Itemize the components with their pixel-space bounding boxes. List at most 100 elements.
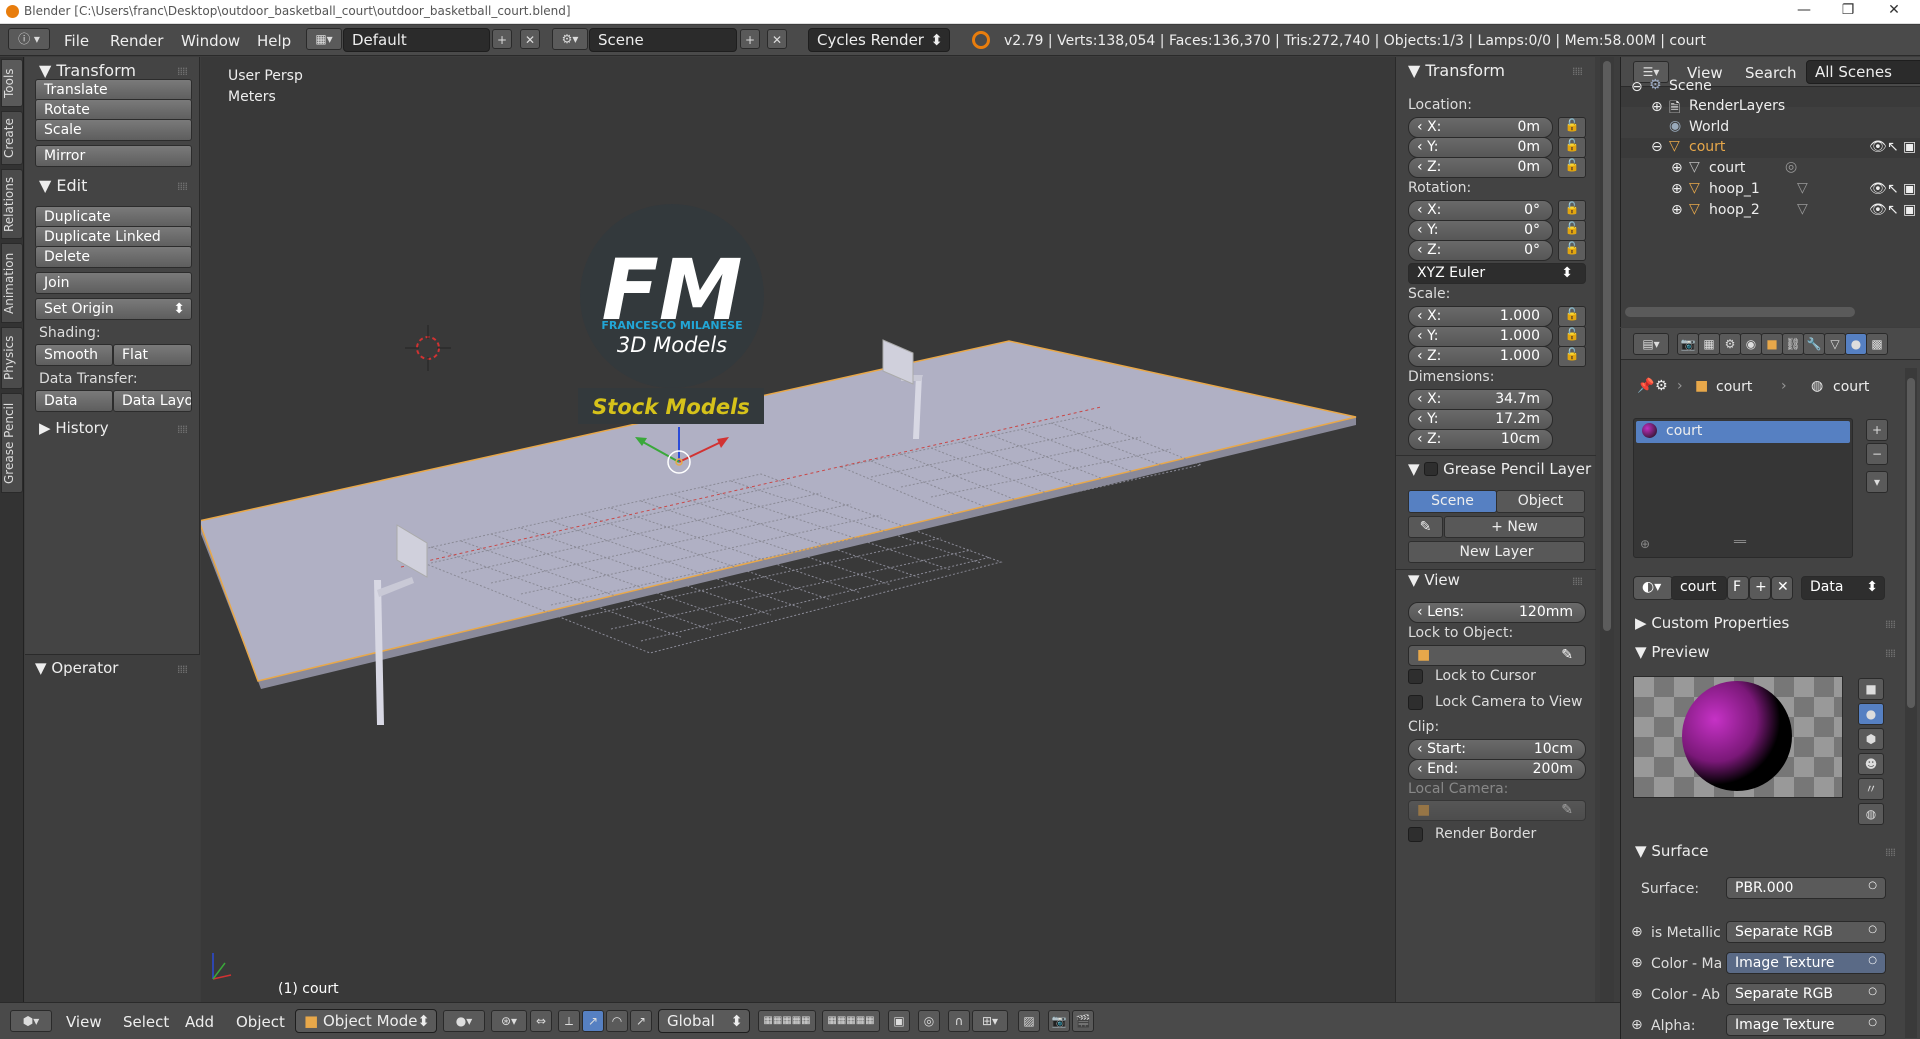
scene-field[interactable]: Scene xyxy=(589,28,737,52)
new-material-icon[interactable]: + xyxy=(1749,576,1771,600)
render-engine-dropdown[interactable]: Cycles Render ⬍ xyxy=(808,28,950,52)
preview-cube-icon[interactable]: ⬢ xyxy=(1858,728,1884,750)
panel-grip-icon[interactable]: ⁞⁞⁞⁞ xyxy=(1885,846,1896,859)
translate-arrow-icon[interactable]: ↗ xyxy=(582,1010,604,1032)
pivot-point-icon[interactable]: ⊛▾ xyxy=(491,1010,527,1032)
3d-cursor[interactable] xyxy=(405,325,451,371)
minimize-button[interactable]: — xyxy=(1784,2,1824,18)
scale-x-field[interactable]: ‹ X: 1.000 xyxy=(1408,306,1553,327)
add-slot-icon[interactable]: + xyxy=(1866,419,1888,441)
tab-relations[interactable]: Relations xyxy=(1,169,23,239)
panel-grip-icon[interactable]: ⁞⁞⁞⁞ xyxy=(177,423,188,436)
rotation-z-field[interactable]: ‹ Z: 0° xyxy=(1408,240,1553,261)
render-border-checkbox[interactable] xyxy=(1408,827,1423,842)
preview-hair-icon[interactable]: 〃 xyxy=(1858,778,1884,800)
unlink-material-icon[interactable]: ✕ xyxy=(1771,576,1793,600)
dimension-y-field[interactable]: ‹ Y: 17.2m xyxy=(1408,409,1553,430)
expand-icon[interactable]: ⊖ xyxy=(1651,139,1663,155)
operator-panel-header[interactable]: ▼ Operator xyxy=(35,659,118,677)
menu-file[interactable]: File xyxy=(64,32,89,50)
lens-field[interactable]: ‹ Lens: 120mm xyxy=(1408,602,1586,623)
set-origin-dropdown[interactable]: Set Origin ⬍ xyxy=(35,298,192,320)
translate-manipulator-icon[interactable]: ⟂ xyxy=(558,1010,580,1032)
visibility-eye-icon[interactable]: 👁 xyxy=(1869,139,1887,155)
breadcrumb-object[interactable]: court xyxy=(1716,379,1752,395)
n-panel-scrollbar[interactable] xyxy=(1600,57,1614,1002)
location-y-field[interactable]: ‹ Y: 0m xyxy=(1408,137,1553,158)
gp-new-layer-button[interactable]: New Layer xyxy=(1408,541,1585,563)
add-scene-icon[interactable]: + xyxy=(740,29,760,49)
dimension-x-field[interactable]: ‹ X: 34.7m xyxy=(1408,389,1553,410)
tab-grease-pencil[interactable]: Grease Pencil xyxy=(1,393,23,493)
world-tab-icon[interactable]: ◉ xyxy=(1740,333,1762,355)
menu-object[interactable]: Object xyxy=(236,1013,285,1031)
preview-world-icon[interactable]: ◍ xyxy=(1858,803,1884,825)
outliner-item-renderlayers[interactable]: RenderLayers xyxy=(1689,98,1785,114)
lock-scale-y-icon[interactable]: 🔓 xyxy=(1558,326,1586,347)
outliner-h-scrollbar[interactable] xyxy=(1625,307,1855,317)
surface-header[interactable]: ▼ Surface xyxy=(1635,842,1708,860)
data-tab-icon[interactable]: ▽ xyxy=(1824,333,1846,355)
edit-panel-header[interactable]: ▼ Edit xyxy=(39,176,87,195)
expand-icon[interactable]: ⊕ xyxy=(1671,202,1683,218)
breadcrumb-material[interactable]: court xyxy=(1833,379,1869,395)
visibility-eye-icon[interactable]: 👁 xyxy=(1869,181,1887,197)
add-layout-icon[interactable]: + xyxy=(492,29,512,49)
panel-grip-icon[interactable]: ⁞⁞⁞⁞ xyxy=(177,65,188,78)
shade-smooth-button[interactable]: Smooth xyxy=(35,344,113,366)
expand-icon[interactable]: ⊕ xyxy=(1671,181,1683,197)
properties-scrollbar[interactable] xyxy=(1905,368,1917,1038)
clip-end-field[interactable]: ‹ End: 200m xyxy=(1408,759,1586,780)
expand-socket-icon[interactable]: ⊕ xyxy=(1631,1017,1643,1033)
lock-layers-icon[interactable]: ▣ xyxy=(888,1010,910,1032)
browse-material-icon[interactable]: ◐▾ xyxy=(1633,576,1673,600)
grease-pencil-header[interactable]: ▼ Grease Pencil Layer xyxy=(1408,460,1591,478)
screen-layout-field[interactable]: Default xyxy=(343,28,490,52)
scale-manipulator-icon[interactable]: ↗ xyxy=(630,1010,652,1032)
editor-type-3dview-icon[interactable]: ⬢▾ xyxy=(10,1010,52,1032)
tab-create[interactable]: Create xyxy=(1,111,23,165)
lock-camera-checkbox[interactable] xyxy=(1408,695,1423,710)
texture-tab-icon[interactable]: ▩ xyxy=(1866,333,1888,355)
render-layers-tab-icon[interactable]: ▦ xyxy=(1698,333,1720,355)
location-z-field[interactable]: ‹ Z: 0m xyxy=(1408,157,1553,178)
slot-specials-icon[interactable]: ▾ xyxy=(1866,471,1888,493)
material-name-field[interactable]: court xyxy=(1671,576,1727,600)
render-camera-icon[interactable]: ▣ xyxy=(1903,202,1916,218)
mirror-button[interactable]: Mirror xyxy=(35,145,192,167)
modifiers-tab-icon[interactable]: 🔧 xyxy=(1803,333,1825,355)
manipulator-toggle-icon[interactable]: ⇔ xyxy=(530,1010,552,1032)
lock-rotation-y-icon[interactable]: 🔓 xyxy=(1558,220,1586,241)
interaction-mode-dropdown[interactable]: ■ Object Mode ⬍ xyxy=(295,1009,437,1033)
snap-magnet-icon[interactable]: ∩ xyxy=(948,1010,970,1032)
lock-scale-x-icon[interactable]: 🔓 xyxy=(1558,306,1586,327)
expand-icon[interactable]: ⊕ xyxy=(1651,99,1663,115)
scrollbar-thumb[interactable] xyxy=(1603,61,1611,631)
selectable-arrow-icon[interactable]: ↖ xyxy=(1887,139,1899,155)
scrollbar-thumb[interactable] xyxy=(1907,378,1915,708)
data-layout-button[interactable]: Data Layo xyxy=(113,390,192,412)
snap-element-icon[interactable]: ⊞▾ xyxy=(972,1010,1008,1032)
visibility-eye-icon[interactable]: 👁 xyxy=(1869,202,1887,218)
object-tab-icon[interactable]: ■ xyxy=(1761,333,1783,355)
color-ma-input[interactable]: Image Texture ○ xyxy=(1726,952,1886,974)
material-slot-row[interactable]: court xyxy=(1636,421,1850,443)
location-x-field[interactable]: ‹ X: 0m xyxy=(1408,117,1553,138)
view-panel-header[interactable]: ▼ View xyxy=(1408,571,1460,589)
lock-scale-z-icon[interactable]: 🔓 xyxy=(1558,346,1586,367)
remove-layout-icon[interactable]: ✕ xyxy=(520,29,540,49)
tab-tools[interactable]: Tools xyxy=(1,59,23,107)
duplicate-linked-button[interactable]: Duplicate Linked xyxy=(35,226,192,248)
scene-icon[interactable]: ⚙▾ xyxy=(552,28,588,50)
custom-properties-header[interactable]: ▶ Custom Properties xyxy=(1635,614,1789,632)
layers-grid-2-icon[interactable]: ▦▦▦▦▦ xyxy=(822,1010,880,1032)
menu-help[interactable]: Help xyxy=(257,32,291,50)
rotation-y-field[interactable]: ‹ Y: 0° xyxy=(1408,220,1553,241)
gp-pencil-icon[interactable]: ✎ xyxy=(1408,516,1443,538)
fake-user-button[interactable]: F xyxy=(1727,576,1749,600)
duplicate-button[interactable]: Duplicate xyxy=(35,206,192,228)
lock-cursor-checkbox[interactable] xyxy=(1408,669,1423,684)
gp-scene-toggle[interactable]: Scene xyxy=(1408,490,1497,513)
panel-grip-icon[interactable]: ⁞⁞⁞⁞ xyxy=(1885,647,1896,660)
outliner-item-hoop-1[interactable]: hoop_1 xyxy=(1709,181,1760,197)
